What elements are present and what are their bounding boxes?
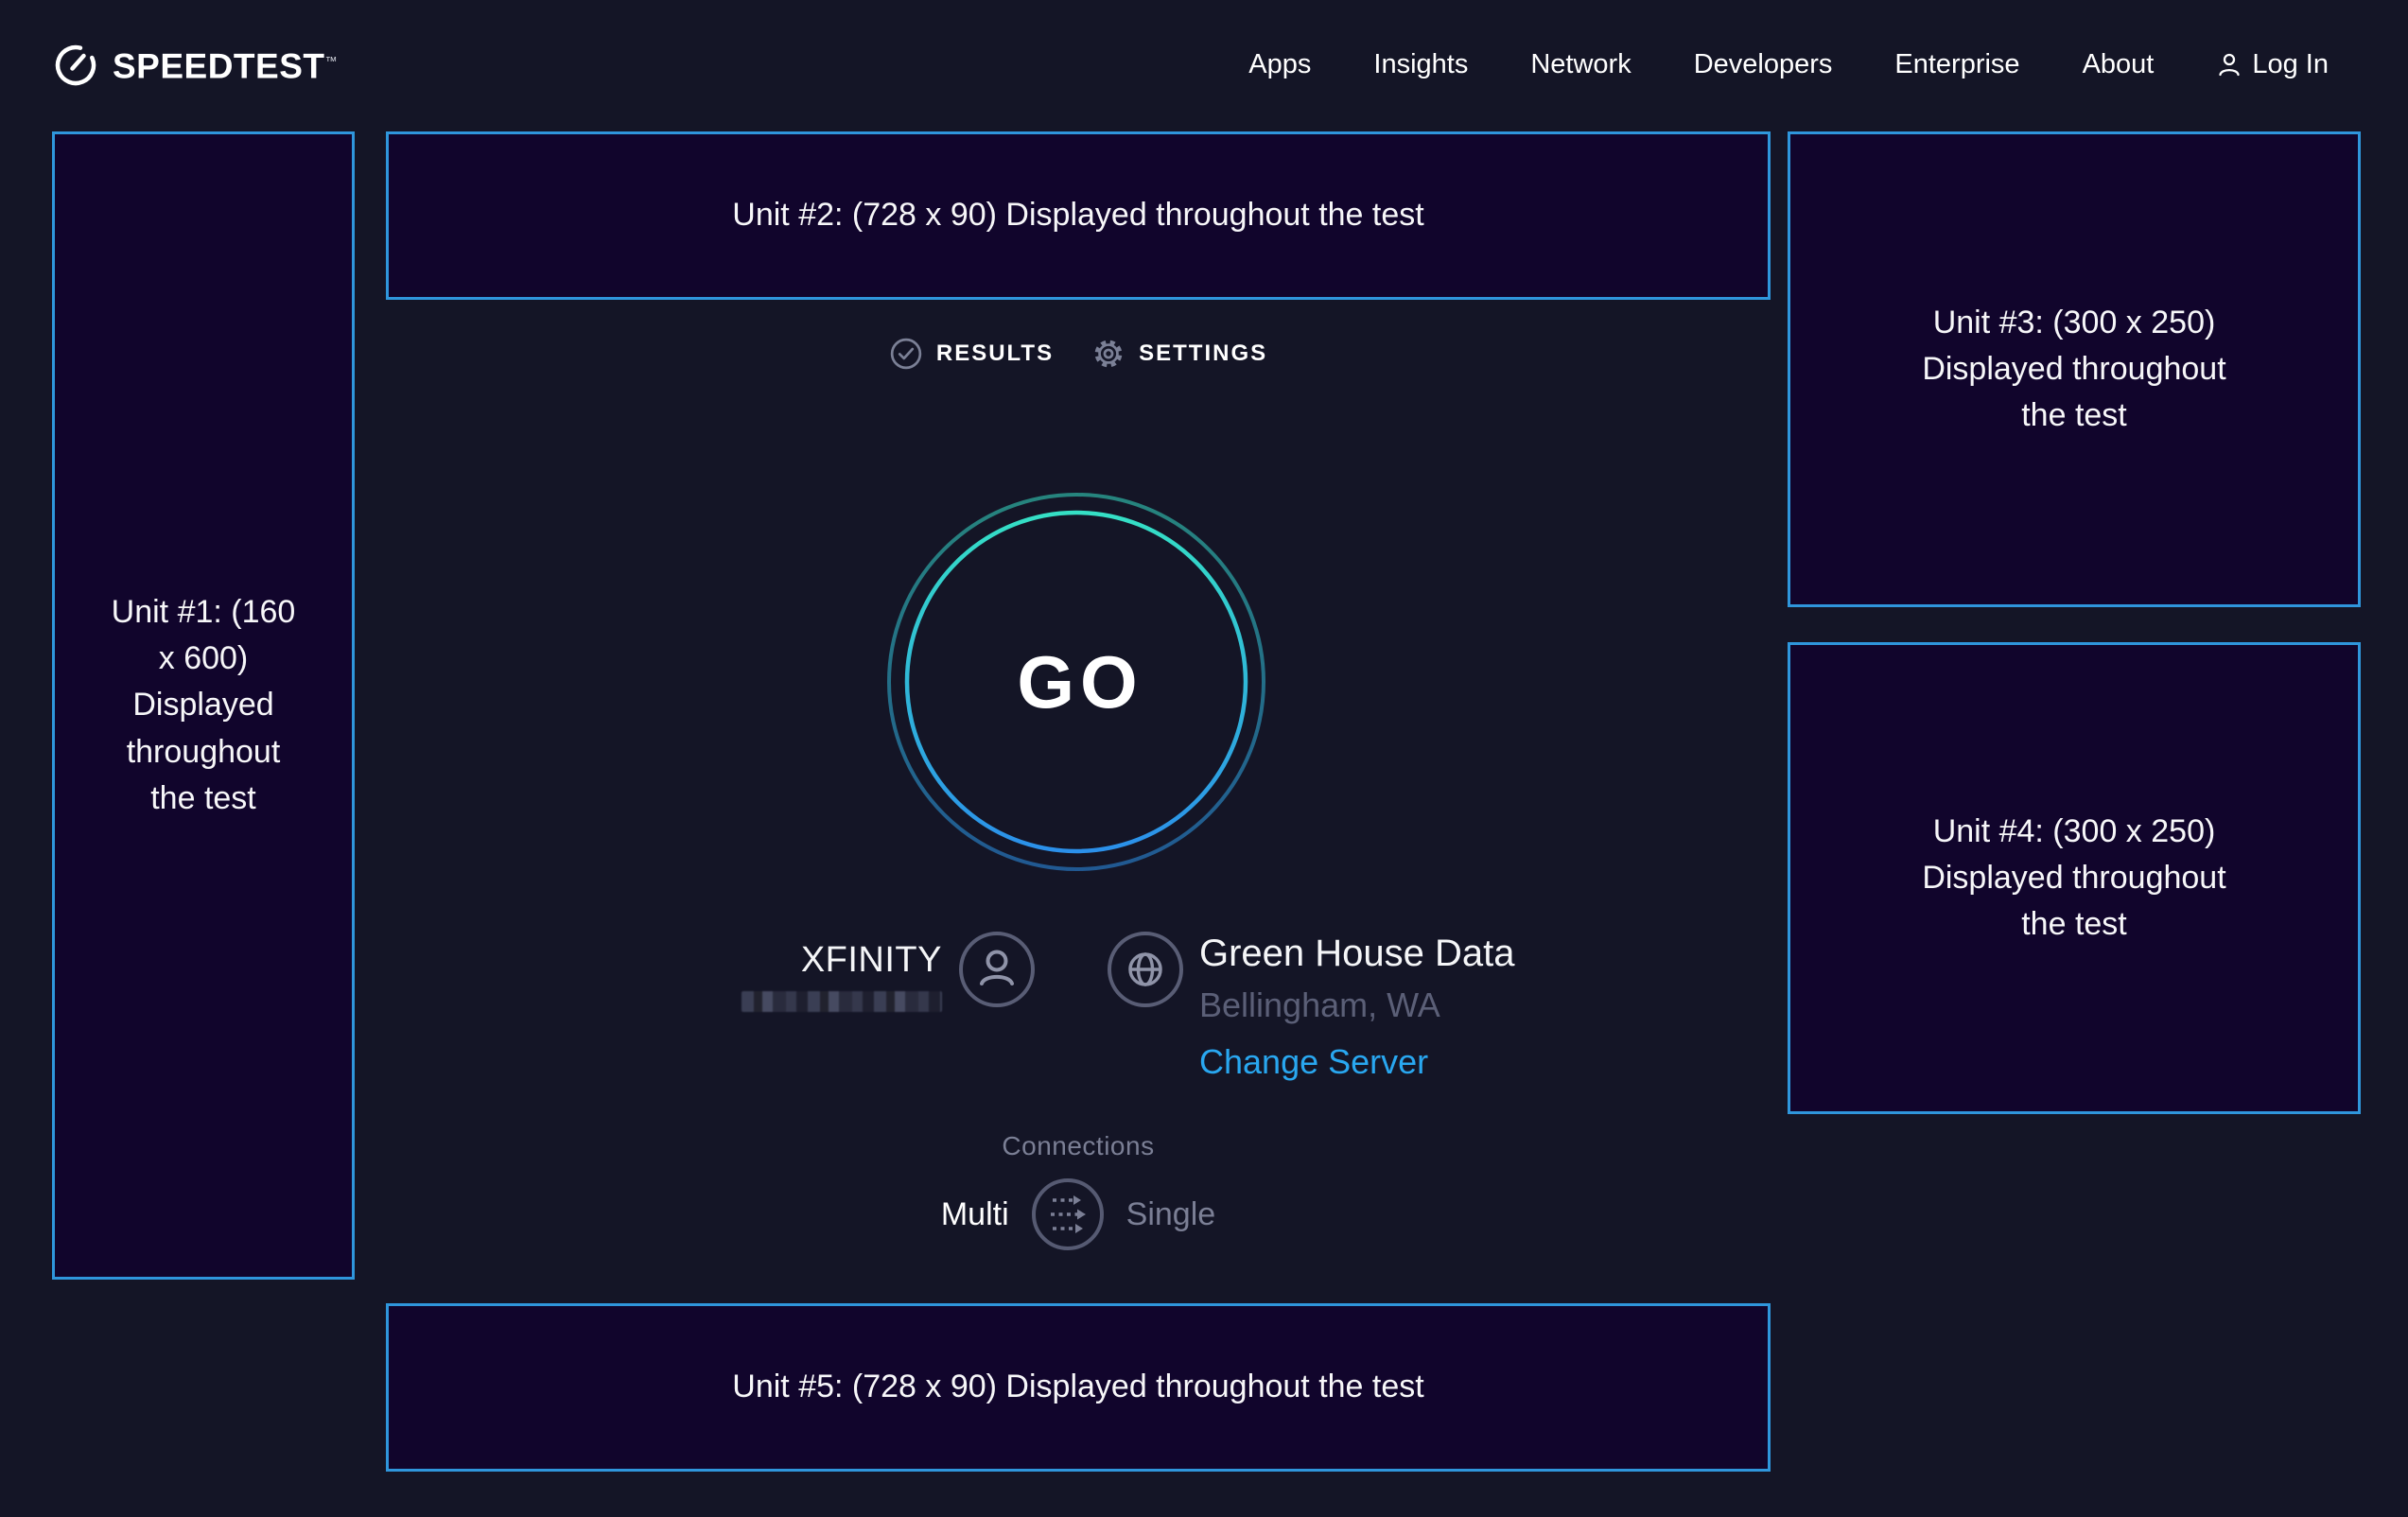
server-info: Green House Data Bellingham, WA Change S… <box>1199 933 1515 1081</box>
ad-unit-4-text: Unit #4: (300 x 250) Displayed throughou… <box>1899 809 2249 949</box>
nav-item-insights[interactable]: Insights <box>1373 51 1468 78</box>
trademark: ™ <box>325 54 339 68</box>
isp-name: XFINITY <box>801 940 942 980</box>
ad-unit-1-text: Unit #1: (160 x 600) Displayed throughou… <box>109 589 298 822</box>
nav-item-enterprise[interactable]: Enterprise <box>1894 51 2019 78</box>
check-circle-icon <box>889 337 923 371</box>
ad-unit-5-leaderboard[interactable]: Unit #5: (728 x 90) Displayed throughout… <box>386 1303 1771 1472</box>
connections-label: Connections <box>386 1131 1771 1161</box>
view-tabs: RESULTS SETTINGS <box>386 337 1771 371</box>
user-icon <box>2216 51 2242 78</box>
nav-item-developers[interactable]: Developers <box>1694 51 1833 78</box>
login-label: Log In <box>2252 51 2329 78</box>
user-circle-icon <box>957 930 1037 1009</box>
gear-icon <box>1091 337 1125 371</box>
connections-mode-multi[interactable]: Multi <box>941 1177 1009 1252</box>
ad-unit-5-text: Unit #5: (728 x 90) Displayed throughout… <box>732 1364 1423 1410</box>
change-server-link[interactable]: Change Server <box>1199 1043 1428 1081</box>
brand-name: SPEEDTEST™ <box>113 37 338 91</box>
ad-unit-2-text: Unit #2: (728 x 90) Displayed throughout… <box>732 192 1423 238</box>
go-button-label: GO <box>885 491 1267 873</box>
ad-unit-2-leaderboard[interactable]: Unit #2: (728 x 90) Displayed throughout… <box>386 131 1771 300</box>
speedtest-logo[interactable]: SPEEDTEST™ <box>52 37 338 91</box>
server-name: Green House Data <box>1199 933 1515 974</box>
ad-unit-3-rectangle[interactable]: Unit #3: (300 x 250) Displayed throughou… <box>1788 131 2361 607</box>
tab-settings-label: SETTINGS <box>1139 340 1267 367</box>
speedtest-gauge-icon <box>52 37 99 90</box>
ad-unit-3-text: Unit #3: (300 x 250) Displayed throughou… <box>1899 300 2249 440</box>
multi-connection-arrows-icon <box>1030 1177 1106 1252</box>
login-button[interactable]: Log In <box>2216 51 2329 78</box>
tab-results[interactable]: RESULTS <box>889 337 1054 371</box>
ad-unit-1-skyscraper[interactable]: Unit #1: (160 x 600) Displayed throughou… <box>52 131 355 1280</box>
main-nav: Apps Insights Network Developers Enterpr… <box>1248 51 2329 78</box>
isp-info: XFINITY <box>567 940 942 1012</box>
go-button[interactable]: GO <box>885 491 1267 873</box>
connections-mode-single[interactable]: Single <box>1126 1177 1216 1252</box>
tab-results-label: RESULTS <box>936 340 1054 367</box>
speedtest-page: SPEEDTEST™ Apps Insights Network Develop… <box>0 0 2408 1517</box>
nav-item-apps[interactable]: Apps <box>1248 51 1311 78</box>
connections-toggle-row: Multi Single <box>386 1177 1771 1252</box>
ad-unit-4-rectangle[interactable]: Unit #4: (300 x 250) Displayed throughou… <box>1788 642 2361 1114</box>
connections-toggle-button[interactable] <box>1030 1177 1106 1252</box>
nav-item-network[interactable]: Network <box>1530 51 1631 78</box>
nav-item-about[interactable]: About <box>2083 51 2155 78</box>
isp-ip-redacted <box>742 991 942 1012</box>
server-location: Bellingham, WA <box>1199 986 1515 1024</box>
top-nav-bar: SPEEDTEST™ Apps Insights Network Develop… <box>0 0 2408 129</box>
tab-settings[interactable]: SETTINGS <box>1091 337 1267 371</box>
globe-icon <box>1106 930 1185 1009</box>
